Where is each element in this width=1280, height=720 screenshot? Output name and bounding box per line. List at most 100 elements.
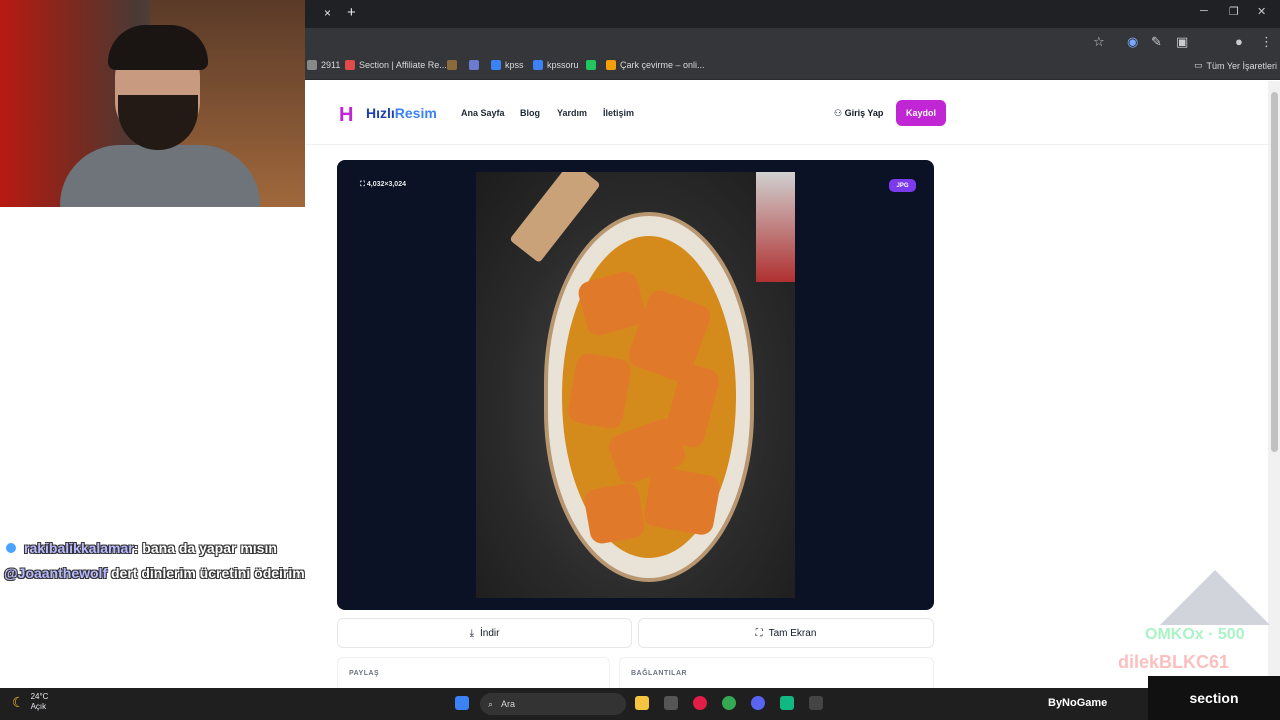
- bookmarks-folder[interactable]: ▭ Tüm Yer İşaretleri: [1194, 60, 1277, 71]
- bookmark-item[interactable]: kpss: [491, 60, 524, 70]
- file-explorer-icon[interactable]: [635, 696, 649, 710]
- app-icon[interactable]: [780, 696, 794, 710]
- bookmark-item[interactable]: [447, 60, 457, 70]
- discord-icon[interactable]: [751, 696, 765, 710]
- nav-blog[interactable]: Blog: [520, 108, 540, 118]
- tab-close-icon[interactable]: ×: [324, 6, 331, 20]
- chat-message: : bana da yapar mısın: [133, 540, 277, 556]
- photo-piece: [642, 465, 722, 537]
- photo-box: [756, 172, 795, 282]
- stream-overlay-graphic: [1160, 570, 1270, 625]
- new-tab-icon[interactable]: +: [347, 4, 356, 21]
- minimize-icon[interactable]: ─: [1200, 5, 1208, 17]
- photo-piece: [582, 481, 647, 546]
- bynogame-logo: ByNoGame: [1048, 697, 1108, 709]
- signup-button[interactable]: Kaydol: [896, 100, 946, 126]
- dimensions-label: 4,032×3,024: [366, 181, 406, 188]
- photo-syrup: [562, 236, 736, 558]
- opera-icon[interactable]: [693, 696, 707, 710]
- resize-icon: ⛶: [360, 181, 367, 188]
- photo-piece: [566, 351, 633, 431]
- close-window-icon[interactable]: ✕: [1257, 5, 1266, 18]
- weather-condition: Açık: [30, 702, 47, 711]
- bookmark-label: kpssoru: [547, 60, 579, 70]
- scrollbar-thumb[interactable]: [1271, 92, 1278, 452]
- bookmark-item[interactable]: Section | Affiliate Re...: [345, 60, 447, 70]
- streamer-hair: [108, 25, 208, 70]
- taskbar-search[interactable]: ⌕ Ara: [480, 693, 626, 715]
- login-button[interactable]: ⚇ Giriş Yap: [834, 108, 883, 119]
- nav-home[interactable]: Ana Sayfa: [461, 108, 505, 118]
- maximize-icon[interactable]: ❐: [1229, 5, 1239, 18]
- chat-username: rakibalikkalamar: [24, 540, 134, 556]
- extensions-icon[interactable]: ▣: [1176, 34, 1188, 50]
- bookmark-item[interactable]: Çark çevirme – onli...: [606, 60, 705, 70]
- download-icon: ⤓: [469, 627, 474, 639]
- chrome-icon[interactable]: [722, 696, 736, 710]
- bookmark-favicon: [345, 60, 355, 70]
- bookmark-item[interactable]: [586, 60, 596, 70]
- logo-text-part: Resim: [394, 105, 437, 121]
- bookmark-label: Çark çevirme – onli...: [620, 60, 705, 70]
- nav-help[interactable]: Yardım: [557, 108, 587, 118]
- user-icon: ⚇: [834, 108, 845, 118]
- chat-mention: @Joaanthewolf: [4, 565, 108, 581]
- links-heading: BAĞLANTILAR: [631, 670, 688, 677]
- terminal-icon[interactable]: [809, 696, 823, 710]
- site-header: [305, 81, 1268, 145]
- search-label: Ara: [501, 699, 516, 709]
- login-label: Giriş Yap: [844, 108, 884, 118]
- bookmark-favicon: [307, 60, 317, 70]
- bookmark-label: Tüm Yer İşaretleri: [1206, 60, 1278, 71]
- audio-icon[interactable]: ◉: [1127, 34, 1138, 50]
- bookmark-favicon: [447, 60, 457, 70]
- fullscreen-label: Tam Ekran: [768, 627, 817, 639]
- bookmark-item[interactable]: 2911: [307, 60, 340, 70]
- chat-line-2: @Joaanthewolf dert dinlerim ücretini öde…: [4, 561, 334, 586]
- bookmark-label: 2911: [321, 60, 341, 70]
- share-heading: PAYLAŞ: [349, 670, 380, 677]
- logo-icon[interactable]: H: [339, 104, 353, 127]
- weather-temp: 24°C: [30, 692, 49, 701]
- fullscreen-button[interactable]: ⛶ Tam Ekran: [638, 618, 934, 648]
- bookmark-label: kpss: [505, 60, 524, 70]
- pen-icon[interactable]: ✎: [1151, 34, 1162, 50]
- logo-text-part: Hızlı: [366, 105, 395, 121]
- shield-icon: [469, 60, 479, 70]
- bookmark-favicon: [491, 60, 501, 70]
- bookmark-favicon: [606, 60, 616, 70]
- folder-icon: ▭: [1194, 60, 1203, 70]
- bookmark-item[interactable]: [469, 60, 479, 70]
- bookmark-favicon: [586, 60, 596, 70]
- image-dimensions: ⛶ 4,032×3,024: [360, 181, 406, 189]
- bookmark-item[interactable]: kpssoru: [533, 60, 579, 70]
- profile-avatar[interactable]: ●: [1235, 34, 1243, 49]
- chat-badge-icon: [4, 541, 18, 555]
- streamer-body: [60, 145, 260, 207]
- bookmark-star-icon[interactable]: ☆: [1093, 34, 1105, 50]
- app-icon[interactable]: [664, 696, 678, 710]
- menu-icon[interactable]: ⋮: [1260, 34, 1273, 50]
- weather-widget[interactable]: ☾ 24°C Açık: [12, 692, 48, 712]
- logo-text[interactable]: HızlıResim: [366, 105, 437, 121]
- nav-contact[interactable]: İletişim: [603, 108, 634, 118]
- stream-overlay-text: dilekBLKC61: [1118, 652, 1230, 672]
- browser-tabstrip: [305, 0, 1280, 28]
- stream-overlay-text: OMKOx · 500: [1145, 626, 1245, 643]
- chat-message: dert dinlerim ücretini ödeirim: [107, 565, 305, 581]
- uploaded-photo[interactable]: [476, 172, 795, 598]
- download-button[interactable]: ⤓ İndir: [337, 618, 632, 648]
- section-logo: section: [1148, 676, 1280, 720]
- stream-chat: rakibalikkalamar: bana da yapar mısın @J…: [4, 536, 334, 586]
- fullscreen-icon: ⛶: [755, 627, 763, 639]
- bookmark-label: Section | Affiliate Re...: [359, 60, 447, 70]
- moon-icon: ☾: [12, 694, 25, 710]
- bookmark-favicon: [533, 60, 543, 70]
- windows-start-icon[interactable]: [455, 696, 469, 710]
- format-badge: JPG: [889, 179, 916, 192]
- chat-line-1: rakibalikkalamar: bana da yapar mısın: [4, 536, 334, 561]
- left-panel: [0, 207, 305, 688]
- photo-dish: [544, 212, 754, 582]
- download-label: İndir: [479, 627, 500, 639]
- webcam-feed: [0, 0, 305, 207]
